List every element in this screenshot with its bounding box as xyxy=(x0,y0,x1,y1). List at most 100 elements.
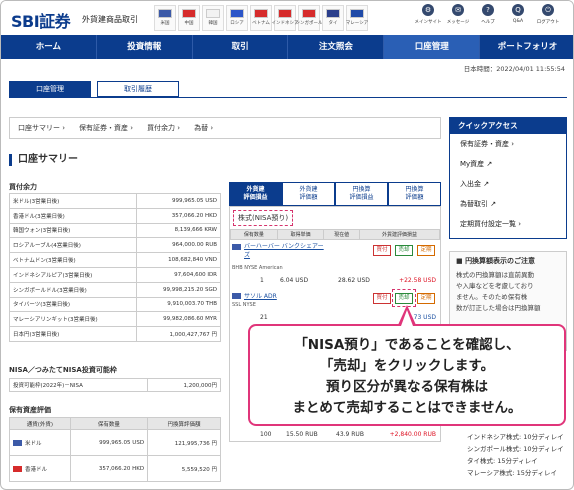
buy-button[interactable]: 買付 xyxy=(373,293,391,304)
quick-link-my-assets[interactable]: My資産 ↗ xyxy=(450,154,566,174)
nisa-limit-label: NISA／つみたてNISA投資可能枠 xyxy=(9,366,117,374)
market-flag-button[interactable]: シンガポール xyxy=(295,5,323,31)
currency-amount: 8,139,666 KRW xyxy=(135,222,222,239)
notice-line: 数が訂正した場合は円換算額 xyxy=(456,304,541,312)
market-flag-button[interactable]: タイ xyxy=(322,5,344,31)
flag-icon xyxy=(326,9,340,18)
header-icons: ⚙ メインサイト ✉ メッセージ? ヘルプ Q Q&A ⏻ ログアウト xyxy=(413,4,563,25)
stock-name-link[interactable]: バーハーバー バンクシェアーズ xyxy=(244,242,328,260)
table-row: 米ドル 999,965.05 USD 121,995,736 円 xyxy=(9,429,221,456)
sbi-logo[interactable]: SBI証券 xyxy=(11,8,71,32)
buying-power-table: 米ドル(3営業日後) 999,965.05 USD 香港ドル(3営業日後) 357,0… xyxy=(9,193,222,342)
message-button[interactable]: ✉ メッセージ xyxy=(443,4,473,25)
table-row: インドネシアルピア(3営業日後) 97,604,600 IDR xyxy=(9,266,222,283)
nav-order-inquiry[interactable]: 注文照会 xyxy=(288,35,385,59)
page-title: 口座サマリー xyxy=(9,154,78,166)
currency-amount: 999,965.05 USD xyxy=(135,193,222,209)
market-flag-button[interactable]: 中国 xyxy=(178,5,200,31)
flag-icon xyxy=(302,9,316,18)
stock-name-link[interactable]: サソル ADR xyxy=(244,291,277,300)
flag-icon xyxy=(254,9,268,18)
quick-link-deposit[interactable]: 入出金 ↗ xyxy=(450,174,566,194)
server-time: 日本時間：2022/04/01 11:55:54 xyxy=(463,65,565,73)
currency-amount: 357,066.20 HKD xyxy=(135,207,222,224)
delay-note: タイ株式: 15分ディレイ xyxy=(467,457,538,465)
asset-valuation-label: 保有資産評価 xyxy=(9,406,51,414)
tab-fx-value[interactable]: 外貨建 評価額 xyxy=(282,182,335,206)
notice-body: 株式の円換算額は直前異動 や入庫などを考慮しており ません。そのため保有株 数が… xyxy=(450,270,566,314)
currency-name: マレーシアリンギット(3営業日後) xyxy=(9,311,137,328)
crumb-fx[interactable]: 為替 › xyxy=(194,123,213,133)
tab-jpy-pl[interactable]: 円換算 評価損益 xyxy=(335,182,388,206)
table-row: 日本円(3営業日後) 1,000,427,767 円 xyxy=(9,326,222,342)
tab-trade-history[interactable]: 取引履歴 xyxy=(97,81,179,97)
tab-jpy-value[interactable]: 円換算 評価額 xyxy=(388,182,441,206)
table-row: 香港ドル 357,066.20 HKD 5,559,520 円 xyxy=(9,455,221,482)
recurring-button[interactable]: 定期 xyxy=(417,293,435,304)
currency-name: シンガポールドル(3営業日後) xyxy=(9,281,137,298)
currency-name: 日本円(3営業日後) xyxy=(9,326,137,342)
notice-line: や入庫などを考慮しており xyxy=(456,282,534,290)
flag-label: マレーシア xyxy=(345,21,369,26)
flag-icon xyxy=(182,9,196,18)
currency-amount: 97,604,600 IDR xyxy=(135,266,222,283)
screen-frame: SBI証券 外貨建商品取引 米国 中国 韓国 ロシア ベトナム インドネシア シンガポールタ… xyxy=(0,0,574,490)
header: SBI証券 外貨建商品取引 米国 中国 韓国 ロシア ベトナム インドネシア シンガポールタ… xyxy=(1,1,573,35)
main-nav: ホーム 投資情報 取引 注文照会 口座管理 ポートフォリオ xyxy=(1,35,573,59)
asset-currency-name: 香港ドル xyxy=(25,466,48,473)
holdings-table-header: 保有数量 取得単価 現在値 外貨建評価損益 xyxy=(230,229,441,240)
tab-account-management[interactable]: 口座管理 xyxy=(9,81,91,97)
flag-label: ベトナム xyxy=(252,21,270,26)
currency-amount: 99,998,215.20 SGD xyxy=(135,281,222,298)
main-site-button[interactable]: ⚙ メインサイト xyxy=(413,4,443,25)
main-site-icon: ⚙ xyxy=(422,4,434,16)
buy-button[interactable]: 買付 xyxy=(373,245,391,256)
currency-amount: 108,682,840 VND xyxy=(135,252,222,268)
asset-currency: 香港ドル xyxy=(9,455,71,482)
market-flag-button[interactable]: ベトナム xyxy=(250,5,272,31)
subtab-underline xyxy=(9,97,567,98)
quick-link-fx[interactable]: 為替取引 ↗ xyxy=(450,194,566,214)
tab-label: 円換算 評価額 xyxy=(405,186,424,201)
market-flag-button[interactable]: マレーシア xyxy=(346,5,368,31)
crumb-holdings[interactable]: 保有証券・資産 › xyxy=(79,123,133,133)
flag-label: 米国 xyxy=(160,21,170,26)
holding-qty: 100 xyxy=(260,431,272,438)
currency-flag-icon xyxy=(13,466,22,472)
crumb-buying-power[interactable]: 買付余力 › xyxy=(147,123,180,133)
recurring-button[interactable]: 定期 xyxy=(417,245,435,256)
delay-note: マレーシア株式: 15分ディレイ xyxy=(467,469,557,477)
qa-button[interactable]: Q Q&A xyxy=(503,4,533,25)
market-flag-button[interactable]: 韓国 xyxy=(202,5,224,31)
table-row: 香港ドル(3営業日後) 357,066.20 HKD xyxy=(9,207,222,224)
market-flag-button[interactable]: ロシア xyxy=(226,5,248,31)
callout-line-3: 預り区分が異なる保有株は xyxy=(326,379,488,395)
header-icon-label: Q&A xyxy=(512,19,524,24)
asset-header-qty: 保有数量 xyxy=(69,417,149,430)
flag-label: タイ xyxy=(328,21,338,26)
nav-account-management[interactable]: 口座管理 xyxy=(384,35,481,59)
nav-home[interactable]: ホーム xyxy=(1,35,97,59)
holding-price: 28.62 USD xyxy=(338,277,370,284)
flag-icon xyxy=(278,9,292,18)
crumb-summary[interactable]: 口座サマリー › xyxy=(18,123,65,133)
nav-trade[interactable]: 取引 xyxy=(193,35,289,59)
flag-label: シンガポール xyxy=(295,21,323,26)
logout-icon: ⏻ xyxy=(542,4,554,16)
market-flag-button[interactable]: インドネシア xyxy=(272,5,299,31)
table-row: 韓国ウォン(3営業日後) 8,139,666 KRW xyxy=(9,222,222,239)
quick-link-recurring[interactable]: 定期買付設定一覧 › xyxy=(450,214,566,234)
nisa-limit-table: 投資可能枠(2022年)－NISA 1,200,000円 xyxy=(8,378,221,392)
qa-icon: Q xyxy=(512,4,524,16)
logout-button[interactable]: ⏻ ログアウト xyxy=(533,4,563,25)
sell-button[interactable]: 売却 xyxy=(395,245,413,256)
quick-link-holdings[interactable]: 保有証券・資産 › xyxy=(450,134,566,154)
nav-portfolio[interactable]: ポートフォリオ xyxy=(480,35,573,59)
nav-investment-info[interactable]: 投資情報 xyxy=(97,35,193,59)
stock-code: BHB NYSE American xyxy=(232,265,283,271)
asset-value: 121,995,736 円 xyxy=(147,429,221,456)
currency-name: ロシアルーブル(4営業日後) xyxy=(9,237,137,254)
market-flag-button[interactable]: 米国 xyxy=(154,5,176,31)
help-button[interactable]: ? ヘルプ xyxy=(473,4,503,25)
tab-fx-pl[interactable]: 外貨建 評価損益 xyxy=(229,182,282,206)
